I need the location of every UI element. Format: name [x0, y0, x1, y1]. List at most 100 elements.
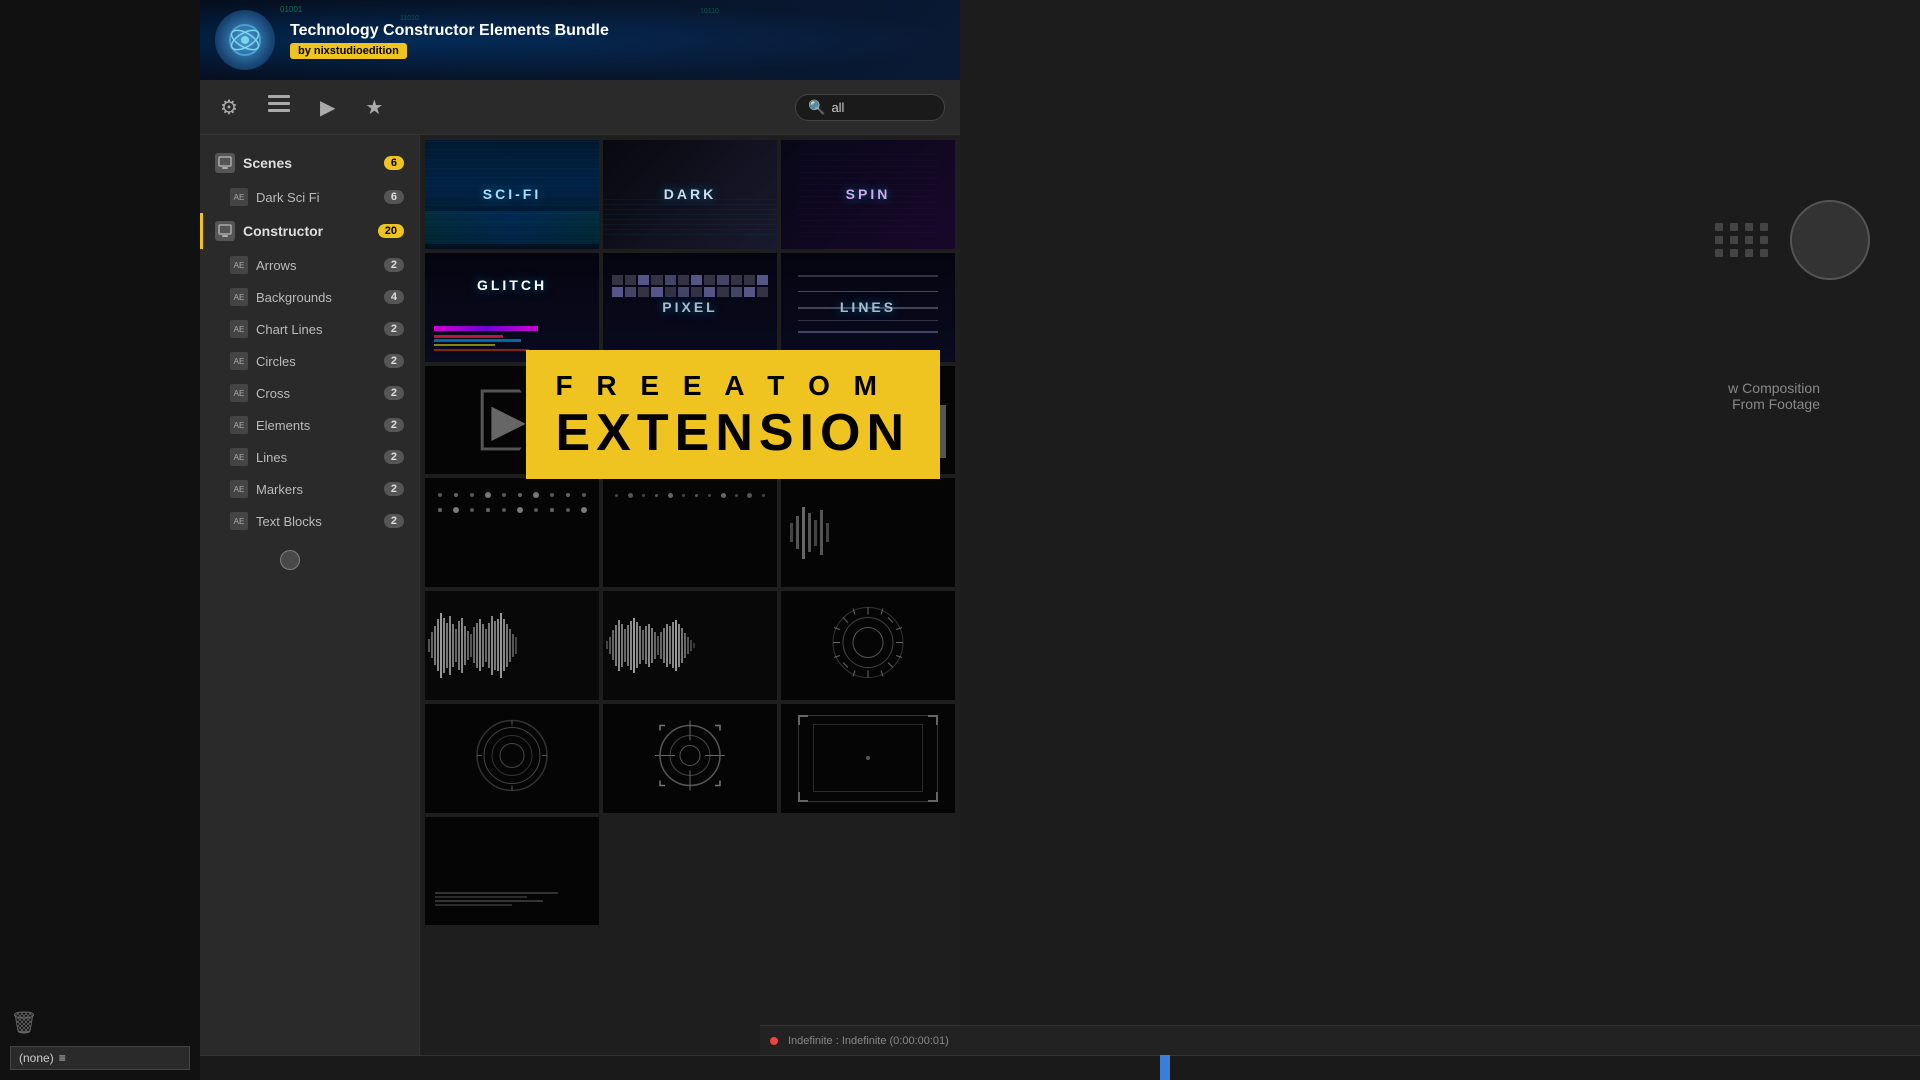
deco-dot-6 [1730, 236, 1738, 244]
dark-sci-fi-badge: 6 [384, 190, 404, 204]
sidebar-item-backgrounds[interactable]: AE Backgrounds 4 [200, 281, 419, 313]
constructor-label: Constructor [243, 223, 323, 239]
grid-item-lines[interactable]: LINES [781, 253, 955, 362]
arrows-icon: AE [230, 256, 248, 274]
deco-dot-8 [1760, 236, 1768, 244]
overlay-line2: EXTENSION [556, 407, 911, 459]
lines-icon: AE [230, 448, 248, 466]
elements-icon: AE [230, 416, 248, 434]
grid-item-spin[interactable]: SPIN [781, 140, 955, 249]
backgrounds-badge: 4 [384, 290, 404, 304]
sidebar-item-cross[interactable]: AE Cross 2 [200, 377, 419, 409]
sidebar-item-circles[interactable]: AE Circles 2 [200, 345, 419, 377]
sidebar-item-constructor[interactable]: Constructor 20 [200, 213, 419, 249]
header: 01001 11010 00101 10110 Technology Const… [200, 0, 960, 80]
play-icon[interactable]: ▶ [315, 90, 340, 125]
star-icon[interactable]: ★ [360, 90, 388, 125]
constructor-badge: 20 [378, 224, 404, 238]
app-logo [215, 10, 275, 70]
radial-circle-viz [828, 603, 908, 688]
grid-item-audio2[interactable] [603, 591, 777, 700]
chart-lines-label: Chart Lines [256, 322, 322, 337]
text-blocks-badge: 2 [384, 514, 404, 528]
list-icon[interactable] [263, 90, 295, 124]
sidebar: Scenes 6 AE Dark Sci Fi 6 Constructor 20 [200, 135, 420, 1080]
header-title-block: Technology Constructor Elements Bundle b… [290, 21, 880, 59]
arrows-label: Arrows [256, 258, 296, 273]
elements-badge: 2 [384, 418, 404, 432]
content-area: Scenes 6 AE Dark Sci Fi 6 Constructor 20 [200, 135, 960, 1080]
grid-item-empty[interactable] [781, 478, 955, 587]
free-atom-overlay: F R E E A T O M EXTENSION [526, 350, 941, 479]
scenes-label: Scenes [243, 155, 292, 171]
markers-label: Markers [256, 482, 303, 497]
sidebar-item-scenes[interactable]: Scenes 6 [200, 145, 419, 181]
circles-icon: AE [230, 352, 248, 370]
backgrounds-icon: AE [230, 288, 248, 306]
grid-item-frame[interactable] [781, 704, 955, 813]
search-input[interactable] [831, 100, 931, 115]
none-selector[interactable]: (none) ≡ [10, 1046, 190, 1070]
grid-item-circle1[interactable] [425, 704, 599, 813]
text-blocks-label: Text Blocks [256, 514, 322, 529]
mixer-icon[interactable]: ⚙ [215, 90, 243, 125]
dark-sci-fi-icon: AE [230, 188, 248, 206]
right-background [950, 0, 1920, 1080]
deco-dot-3 [1745, 223, 1753, 231]
grid-item-pixel[interactable]: PIXEL [603, 253, 777, 362]
label-spin: SPIN [846, 186, 891, 202]
deco-dot-4 [1760, 223, 1768, 231]
arrows-badge: 2 [384, 258, 404, 272]
search-box[interactable]: 🔍 [795, 94, 945, 121]
timeline-bar[interactable] [200, 1055, 1920, 1080]
right-decoration [1715, 200, 1870, 280]
cart-button[interactable]: 🛒 [895, 15, 945, 65]
markers-badge: 2 [384, 482, 404, 496]
label-lines: LINES [840, 299, 896, 315]
deco-dot-2 [1730, 223, 1738, 231]
sidebar-item-elements[interactable]: AE Elements 2 [200, 409, 419, 441]
sidebar-item-dark-sci-fi[interactable]: AE Dark Sci Fi 6 [200, 181, 419, 213]
grid-item-text1[interactable] [425, 817, 599, 926]
left-background [0, 0, 200, 1080]
deco-dot-11 [1745, 249, 1753, 257]
grid-item-audio1[interactable] [425, 591, 599, 700]
menu-icon: ≡ [59, 1051, 66, 1065]
sidebar-item-lines[interactable]: AE Lines 2 [200, 441, 419, 473]
scenes-icon [215, 153, 235, 173]
grid-area: SCI-FI DARK SPIN [420, 135, 960, 1080]
grid-item-dark[interactable]: DARK [603, 140, 777, 249]
timeline-cursor[interactable] [1160, 1055, 1170, 1080]
right-panel-text: w Composition From Footage [1728, 380, 1820, 412]
constructor-icon [215, 221, 235, 241]
overlay-line1: F R E E A T O M [556, 370, 911, 402]
deco-dot-1 [1715, 223, 1723, 231]
trash-icon[interactable]: 🗑 [10, 1010, 190, 1036]
app-title: Technology Constructor Elements Bundle [290, 21, 880, 40]
grid-item-glitch[interactable]: GLITCH [425, 253, 599, 362]
sidebar-item-markers[interactable]: AE Markers 2 [200, 473, 419, 505]
deco-dot-5 [1715, 236, 1723, 244]
grid-item-scifi[interactable]: SCI-FI [425, 140, 599, 249]
deco-dot-12 [1760, 249, 1768, 257]
circles-label: Circles [256, 354, 296, 369]
grid-item-dots1[interactable] [425, 478, 599, 587]
sidebar-item-text-blocks[interactable]: AE Text Blocks 2 [200, 505, 419, 537]
sidebar-item-arrows[interactable]: AE Arrows 2 [200, 249, 419, 281]
text-blocks-icon: AE [230, 512, 248, 530]
grid-item-dots2[interactable] [603, 478, 777, 587]
elements-label: Elements [256, 418, 310, 433]
chart-lines-icon: AE [230, 320, 248, 338]
markers-icon: AE [230, 480, 248, 498]
sidebar-item-chart-lines[interactable]: AE Chart Lines 2 [200, 313, 419, 345]
label-pixel: PIXEL [662, 299, 717, 315]
main-panel: 01001 11010 00101 10110 Technology Const… [200, 0, 960, 1080]
label-glitch: GLITCH [477, 277, 547, 293]
cross-badge: 2 [384, 386, 404, 400]
label-dark: DARK [664, 186, 716, 202]
dark-sci-fi-label: Dark Sci Fi [256, 190, 320, 205]
backgrounds-label: Backgrounds [256, 290, 332, 305]
grid-item-radial[interactable] [781, 591, 955, 700]
grid-item-target[interactable] [603, 704, 777, 813]
footage-text: From Footage [1728, 396, 1820, 412]
